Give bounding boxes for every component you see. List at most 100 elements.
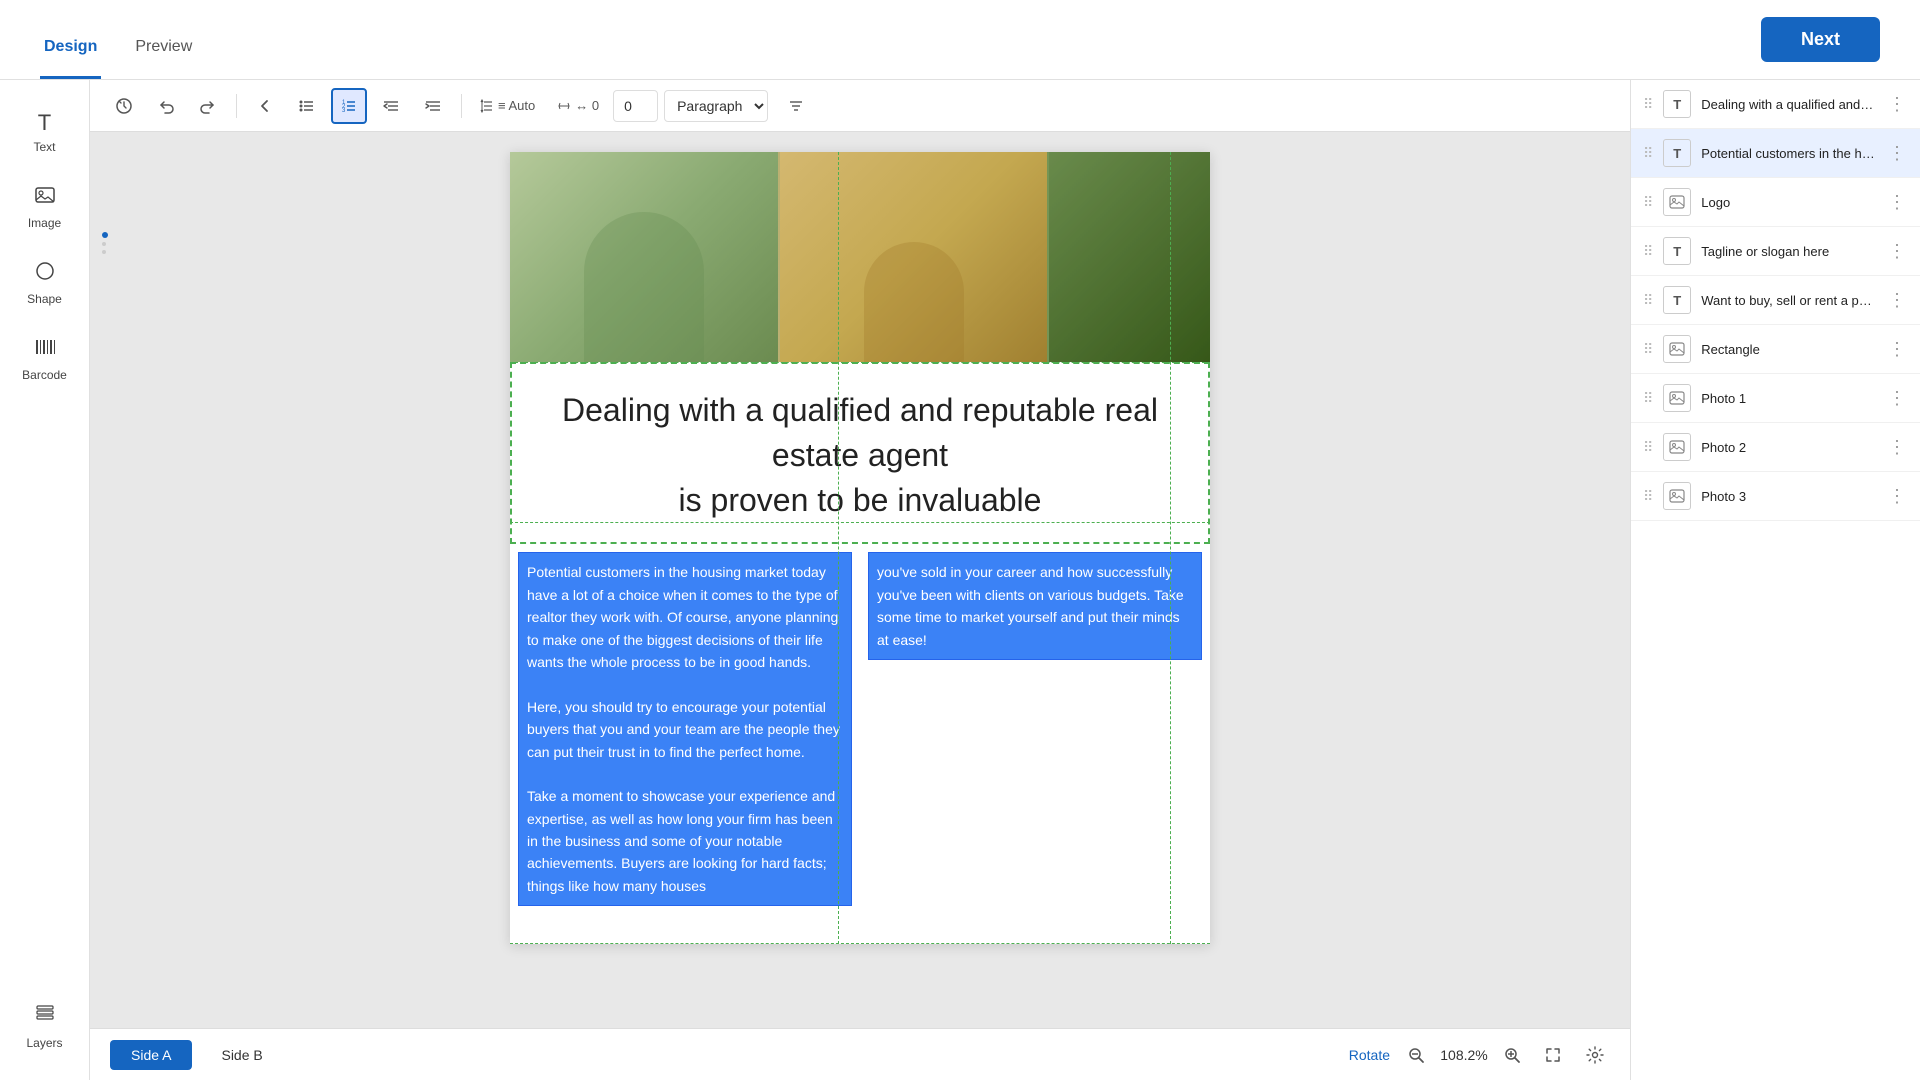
increase-indent-button[interactable] [415,88,451,124]
drag-handle-heading: ⠿ [1643,96,1653,113]
layer-more-photo1[interactable]: ⋮ [1886,388,1908,409]
layer-type-icon-rectangle [1663,335,1691,363]
h-guide-bottom [510,943,1210,944]
layer-type-icon-want: T [1663,286,1691,314]
numbered-list-button[interactable]: 1 2 3 [331,88,367,124]
drag-handle-photo2: ⠿ [1643,439,1653,456]
body-col-right: you've sold in your career and how succe… [860,544,1210,914]
tool-image[interactable]: Image [10,174,80,240]
layer-type-icon-photo2 [1663,433,1691,461]
layer-more-potential[interactable]: ⋮ [1886,143,1908,164]
zoom-controls: 108.2% [1402,1041,1526,1069]
layer-item-photo1[interactable]: ⠿ Photo 1 ⋮ [1631,374,1920,423]
canvas-heading[interactable]: Dealing with a qualified and reputable r… [510,362,1210,544]
layer-more-heading[interactable]: ⋮ [1886,94,1908,115]
drag-handle-want: ⠿ [1643,292,1653,309]
image-label: Image [28,216,61,230]
layer-item-logo[interactable]: ⠿ Logo ⋮ [1631,178,1920,227]
zoom-out-button[interactable] [1402,1041,1430,1069]
toolbar-divider-1 [236,94,237,118]
layer-more-tagline[interactable]: ⋮ [1886,241,1908,262]
tool-shape[interactable]: Shape [10,250,80,316]
canvas: Dealing with a qualified and reputable r… [510,152,1210,944]
paragraph-style-select[interactable]: Paragraph [664,90,768,122]
redo-button[interactable] [190,88,226,124]
side-tabs: Side A Side B [110,1040,284,1070]
line-spacing-label: ≡ Auto [498,98,535,113]
layer-more-logo[interactable]: ⋮ [1886,192,1908,213]
layer-name-rectangle: Rectangle [1701,342,1876,357]
layer-item-rectangle[interactable]: ⠿ Rectangle ⋮ [1631,325,1920,374]
filter-button[interactable] [778,88,814,124]
decrease-indent-button[interactable] [373,88,409,124]
line-spacing-button[interactable]: ≡ Auto [472,88,543,124]
scroll-dot-2 [102,250,106,254]
barcode-icon [34,336,56,364]
scroll-indicator [102,232,108,254]
body-col-left: Potential customers in the housing marke… [510,544,860,914]
layer-item-photo2[interactable]: ⠿ Photo 2 ⋮ [1631,423,1920,472]
toolbar: 1 2 3 [90,80,1630,132]
next-button[interactable]: Next [1761,17,1880,62]
layer-name-tagline: Tagline or slogan here [1701,244,1876,259]
settings-button[interactable] [1580,1040,1610,1070]
side-b-tab[interactable]: Side B [200,1040,283,1070]
rotate-button[interactable]: Rotate [1349,1047,1390,1063]
side-a-tab[interactable]: Side A [110,1040,192,1070]
tab-preview[interactable]: Preview [131,0,196,79]
bottom-bar: Side A Side B Rotate 108.2% [90,1028,1630,1080]
layer-item-potential[interactable]: ⠿ T Potential customers in the housing .… [1631,129,1920,178]
tab-design[interactable]: Design [40,0,101,79]
layer-item-tagline[interactable]: ⠿ T Tagline or slogan here ⋮ [1631,227,1920,276]
layer-type-icon-photo3 [1663,482,1691,510]
svg-text:3: 3 [342,108,346,114]
layer-more-photo3[interactable]: ⋮ [1886,486,1908,507]
prev-page-button[interactable] [247,88,283,124]
h-guide-body-top [510,522,1210,523]
layer-name-potential: Potential customers in the housing ... [1701,146,1876,161]
layer-item-heading[interactable]: ⠿ T Dealing with a qualified and reputab… [1631,80,1920,129]
text-label: Text [33,140,55,154]
fullscreen-button[interactable] [1538,1040,1568,1070]
layer-more-photo2[interactable]: ⋮ [1886,437,1908,458]
layer-name-heading: Dealing with a qualified and reputable r… [1701,97,1876,112]
toolbar-divider-2 [461,94,462,118]
v-guide-right [1170,152,1171,944]
bullet-list-button[interactable] [289,88,325,124]
scroll-dot-active [102,232,108,238]
layer-more-rectangle[interactable]: ⋮ [1886,339,1908,360]
drag-handle-logo: ⠿ [1643,194,1653,211]
right-panel: ⠿ T Dealing with a qualified and reputab… [1630,80,1920,1080]
char-spacing-button[interactable]: ↔ 0 [549,88,607,124]
body-text-left[interactable]: Potential customers in the housing marke… [518,552,852,906]
layer-type-icon-potential: T [1663,139,1691,167]
layer-item-photo3[interactable]: ⠿ Photo 3 ⋮ [1631,472,1920,521]
drag-handle-potential: ⠿ [1643,145,1653,162]
layer-name-photo1: Photo 1 [1701,391,1876,406]
v-guide-left [838,152,839,944]
shape-icon [34,260,56,288]
h-guide-top [510,362,1210,363]
zoom-in-button[interactable] [1498,1041,1526,1069]
tool-text[interactable]: T Text [10,100,80,164]
layers-label: Layers [26,1036,62,1050]
spacing-input[interactable] [613,90,658,122]
photo-strip [510,152,1210,362]
tool-barcode[interactable]: Barcode [10,326,80,392]
layer-type-icon-photo1 [1663,384,1691,412]
drag-handle-photo3: ⠿ [1643,488,1653,505]
layer-item-want[interactable]: ⠿ T Want to buy, sell or rent a property… [1631,276,1920,325]
shape-label: Shape [27,292,62,306]
body-text-right[interactable]: you've sold in your career and how succe… [868,552,1202,660]
layer-name-want: Want to buy, sell or rent a property? [1701,293,1876,308]
undo-history-button[interactable] [106,88,142,124]
layer-more-want[interactable]: ⋮ [1886,290,1908,311]
scroll-dot-1 [102,242,106,246]
layer-type-icon-heading: T [1663,90,1691,118]
layer-type-icon-tagline: T [1663,237,1691,265]
undo-button[interactable] [148,88,184,124]
drag-handle-photo1: ⠿ [1643,390,1653,407]
header-tabs: Design Preview [40,0,196,79]
tool-layers[interactable]: Layers [10,994,80,1060]
text-icon: T [38,110,51,136]
